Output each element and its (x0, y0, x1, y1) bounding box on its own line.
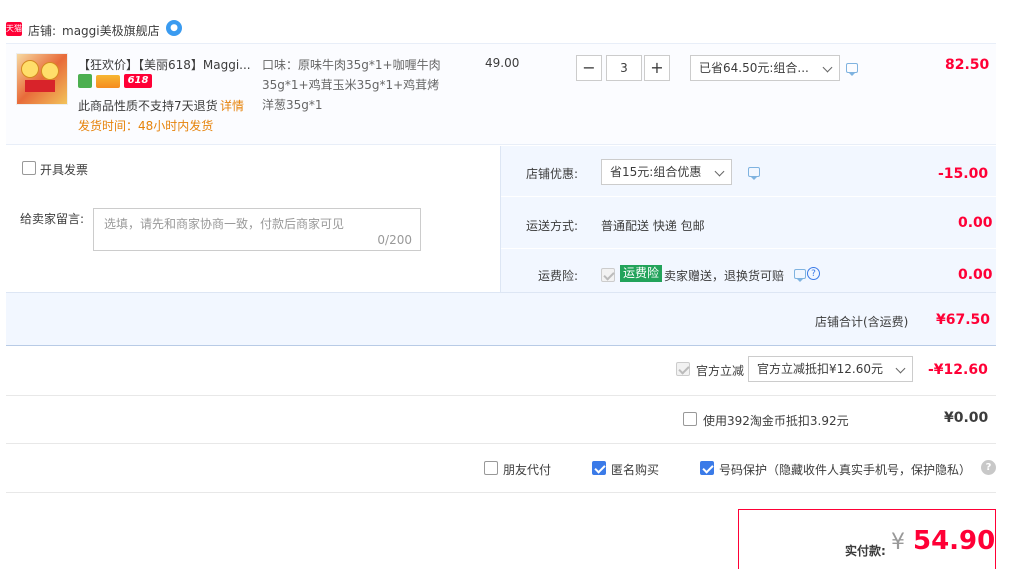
insurance-checkbox[interactable] (601, 268, 615, 282)
pay-amount: 54.90 (913, 526, 996, 556)
chevron-down-icon (714, 166, 725, 177)
message-label: 给卖家留言: (20, 212, 85, 226)
badge-618: 618 (124, 74, 152, 88)
official-discount-checkbox[interactable] (676, 362, 690, 376)
ship-time: 发货时间：48小时内发货 (78, 119, 214, 133)
friend-pay-label: 朋友代付 (503, 463, 552, 477)
comment-icon[interactable] (748, 167, 760, 180)
card-badge-icon (96, 75, 120, 88)
chevron-down-icon (895, 363, 906, 374)
quantity-input[interactable]: 3 (606, 55, 642, 81)
friend-pay-checkbox[interactable] (484, 461, 498, 475)
spec-line-1: 口味：原味牛肉35g*1+咖喱牛肉 (262, 58, 441, 72)
coins-checkbox[interactable] (683, 412, 697, 426)
message-textarea[interactable]: 选填，请先和商家协商一致，付款后商家可见 0/200 (93, 208, 421, 251)
product-thumbnail[interactable] (16, 53, 68, 105)
message-placeholder: 选填，请先和商家协商一致，付款后商家可见 (104, 217, 345, 231)
invoice-label: 开具发票 (40, 163, 89, 177)
return-policy-link[interactable]: 详情 (220, 97, 244, 114)
shop-discount-value: -15.00 (938, 166, 989, 182)
delivery-label: 运送方式: (526, 219, 579, 233)
help-icon[interactable]: ? (807, 267, 820, 280)
official-discount-value: -¥12.60 (928, 362, 988, 378)
product-title-link[interactable]: 【狂欢价】【美丽618】Maggi... (78, 56, 256, 73)
official-discount-select[interactable]: 官方立减抵扣¥12.60元 (748, 356, 913, 382)
chevron-down-icon (822, 62, 833, 73)
coins-label: 使用392淘金币抵扣3.92元 (703, 414, 849, 428)
insurance-value: 0.00 (958, 267, 993, 283)
service-badge-icon (78, 74, 92, 88)
item-subtotal: 82.50 (945, 57, 990, 73)
phone-protect-checkbox[interactable] (700, 461, 714, 475)
delivery-value: 0.00 (958, 215, 993, 231)
shop-prefix: 店铺: (28, 24, 57, 38)
shop-discount-select[interactable]: 省15元:组合优惠 (601, 159, 732, 185)
pay-currency: ¥ (891, 530, 905, 555)
tmall-badge: 天猫 (6, 22, 22, 36)
invoice-checkbox[interactable] (22, 161, 36, 175)
comment-icon[interactable] (846, 63, 858, 76)
item-discount-select[interactable]: 已省64.50元:组合... (690, 55, 840, 81)
insurance-text: 卖家赠送，退换货可赔 (664, 269, 785, 283)
unit-price: 49.00 (485, 56, 520, 70)
anonymous-label: 匿名购买 (611, 463, 660, 477)
shop-name-link[interactable]: maggi美极旗舰店 (62, 22, 160, 39)
item-discount-select-value: 已省64.50元:组合... (699, 61, 809, 75)
shop-discount-select-value: 省15元:组合优惠 (610, 165, 702, 179)
help-icon[interactable]: ? (981, 460, 996, 475)
official-discount-select-value: 官方立减抵扣¥12.60元 (757, 362, 883, 376)
delivery-method: 普通配送 快递 包邮 (601, 219, 705, 233)
pay-summary-box: 实付款: ¥ 54.90 (738, 509, 996, 569)
shop-discount-label: 店铺优惠: (526, 167, 579, 181)
wangwang-chat-icon[interactable]: ● (166, 20, 182, 36)
coins-value: ¥0.00 (944, 410, 989, 426)
quantity-plus-button[interactable]: + (644, 55, 670, 81)
shop-total-label: 店铺合计(含运费) (815, 315, 909, 329)
official-discount-label: 官方立减 (696, 364, 745, 378)
spec-line-3: 洋葱35g*1 (262, 98, 323, 112)
insurance-tag: 运费险 (620, 265, 663, 282)
quantity-minus-button[interactable]: − (576, 55, 602, 81)
message-counter: 0/200 (377, 233, 412, 247)
phone-protect-label: 号码保护（隐藏收件人真实手机号，保护隐私） (719, 463, 972, 477)
comment-icon[interactable] (794, 269, 806, 282)
insurance-label: 运费险: (538, 269, 579, 283)
spec-line-2: 35g*1+鸡茸玉米35g*1+鸡茸烤 (262, 78, 440, 92)
pay-label: 实付款: (845, 544, 886, 558)
shop-total-value: ¥67.50 (936, 312, 991, 328)
return-policy-note: 此商品性质不支持7天退货 (78, 99, 218, 113)
anonymous-checkbox[interactable] (592, 461, 606, 475)
